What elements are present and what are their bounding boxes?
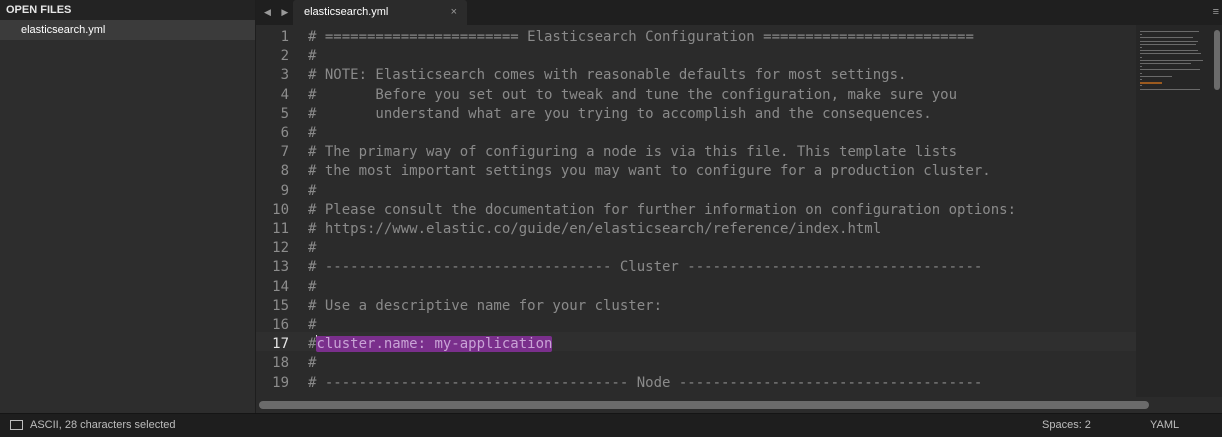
line-number: 16 xyxy=(272,317,289,333)
minimap-line xyxy=(1140,79,1142,80)
minimap-line xyxy=(1140,75,1172,77)
selection-status: ASCII, 28 characters selected xyxy=(30,419,176,431)
line-number: 3 xyxy=(280,67,289,84)
line-number: 12 xyxy=(272,240,289,257)
tab-nav-arrows-icon[interactable]: ◀ ▶ xyxy=(264,0,292,25)
minimap-line xyxy=(1140,69,1200,71)
code-line[interactable]: #cluster.name: my-application xyxy=(308,335,553,354)
line-number: 1 xyxy=(280,29,289,45)
tab-label: elasticsearch.yml xyxy=(304,6,389,18)
code-line[interactable]: # The primary way of configuring a node … xyxy=(308,143,957,162)
code-line[interactable]: # ---------------------------------- Clu… xyxy=(308,258,982,277)
menu-icon[interactable]: ≡ xyxy=(1213,0,1219,25)
line-number: 15 xyxy=(272,297,289,314)
horizontal-scrollbar[interactable] xyxy=(256,397,1222,413)
line-number: 11 xyxy=(272,221,289,237)
minimap-line xyxy=(1140,72,1142,74)
line-number: 4 xyxy=(280,86,289,103)
minimap-line xyxy=(1140,43,1196,45)
code-line[interactable]: # xyxy=(308,124,316,143)
minimap-line xyxy=(1140,37,1193,39)
line-number: 18 xyxy=(272,355,289,372)
minimap-line xyxy=(1140,31,1199,32)
code-line[interactable]: # ------------------------------------ N… xyxy=(308,374,982,393)
minimap-line xyxy=(1140,59,1203,61)
line-number: 6 xyxy=(280,125,289,141)
console-icon[interactable] xyxy=(10,420,23,430)
line-number: 19 xyxy=(272,374,289,391)
line-number: 9 xyxy=(280,182,289,199)
open-files-header: OPEN FILES xyxy=(0,0,255,20)
minimap-line xyxy=(1140,34,1142,36)
code-line[interactable]: # https://www.elastic.co/guide/en/elasti… xyxy=(308,220,881,239)
minimap-line xyxy=(1140,47,1142,48)
line-number: 13 xyxy=(272,259,289,276)
minimap-line xyxy=(1140,82,1162,85)
minimap[interactable] xyxy=(1136,25,1212,397)
minimap-line xyxy=(1140,66,1142,68)
code-editor[interactable]: 1 2 3 4 5 6 7 8 9 10 11 12 13 14 15 16 17 18 19 # ========… xyxy=(256,25,1136,397)
code-line[interactable]: # the most important settings you may wa… xyxy=(308,162,991,181)
indentation-status[interactable]: Spaces: 2 xyxy=(1042,414,1091,436)
minimap-line xyxy=(1140,53,1201,55)
line-number: 7 xyxy=(280,144,289,161)
code-line[interactable]: # ======================= Elasticsearch … xyxy=(308,28,974,47)
vertical-scrollbar[interactable] xyxy=(1212,25,1222,397)
minimap-line xyxy=(1140,40,1198,42)
code-line[interactable]: # NOTE: Elasticsearch comes with reasona… xyxy=(308,66,906,85)
code-line[interactable]: # xyxy=(308,47,316,66)
minimap-line xyxy=(1140,50,1198,52)
vertical-scroll-thumb[interactable] xyxy=(1214,30,1220,90)
code-line[interactable]: # xyxy=(308,316,316,335)
line-number: 14 xyxy=(272,278,289,295)
status-bar: ASCII, 28 characters selected Spaces: 2 … xyxy=(0,413,1222,437)
sidebar-file-elasticsearch-yml[interactable]: elasticsearch.yml xyxy=(0,20,255,40)
minimap-line xyxy=(1140,63,1191,64)
horizontal-scroll-thumb[interactable] xyxy=(259,401,1149,409)
code-line[interactable]: # Please consult the documentation for f… xyxy=(308,201,1016,220)
close-icon[interactable]: × xyxy=(451,0,457,25)
minimap-line xyxy=(1140,88,1200,90)
minimap-line xyxy=(1140,85,1142,87)
selected-text[interactable]: cluster.name: my-application xyxy=(316,336,553,353)
tab-bar: ◀ ▶ elasticsearch.yml × ≡ xyxy=(256,0,1222,25)
code-line[interactable]: # xyxy=(308,354,316,373)
sidebar: OPEN FILES elasticsearch.yml xyxy=(0,0,256,413)
line-number: 8 xyxy=(280,163,289,180)
line-number: 5 xyxy=(280,105,289,122)
syntax-status[interactable]: YAML xyxy=(1150,414,1179,436)
minimap-line xyxy=(1140,56,1142,58)
line-number: 2 xyxy=(280,48,289,65)
tab-elasticsearch-yml[interactable]: elasticsearch.yml × xyxy=(293,0,467,25)
code-line[interactable]: # xyxy=(308,239,316,258)
code-line[interactable]: # xyxy=(308,278,316,297)
line-number: 10 xyxy=(272,201,289,218)
line-number-gutter: 1 2 3 4 5 6 7 8 9 10 11 12 13 14 15 16 17 18 19 xyxy=(256,25,296,397)
line-number: 17 xyxy=(272,336,289,353)
code-line[interactable]: # Use a descriptive name for your cluste… xyxy=(308,297,662,316)
code-line[interactable]: # Before you set out to tweak and tune t… xyxy=(308,86,957,105)
code-line[interactable]: # understand what are you trying to acco… xyxy=(308,105,932,124)
code-line[interactable]: # xyxy=(308,182,316,201)
